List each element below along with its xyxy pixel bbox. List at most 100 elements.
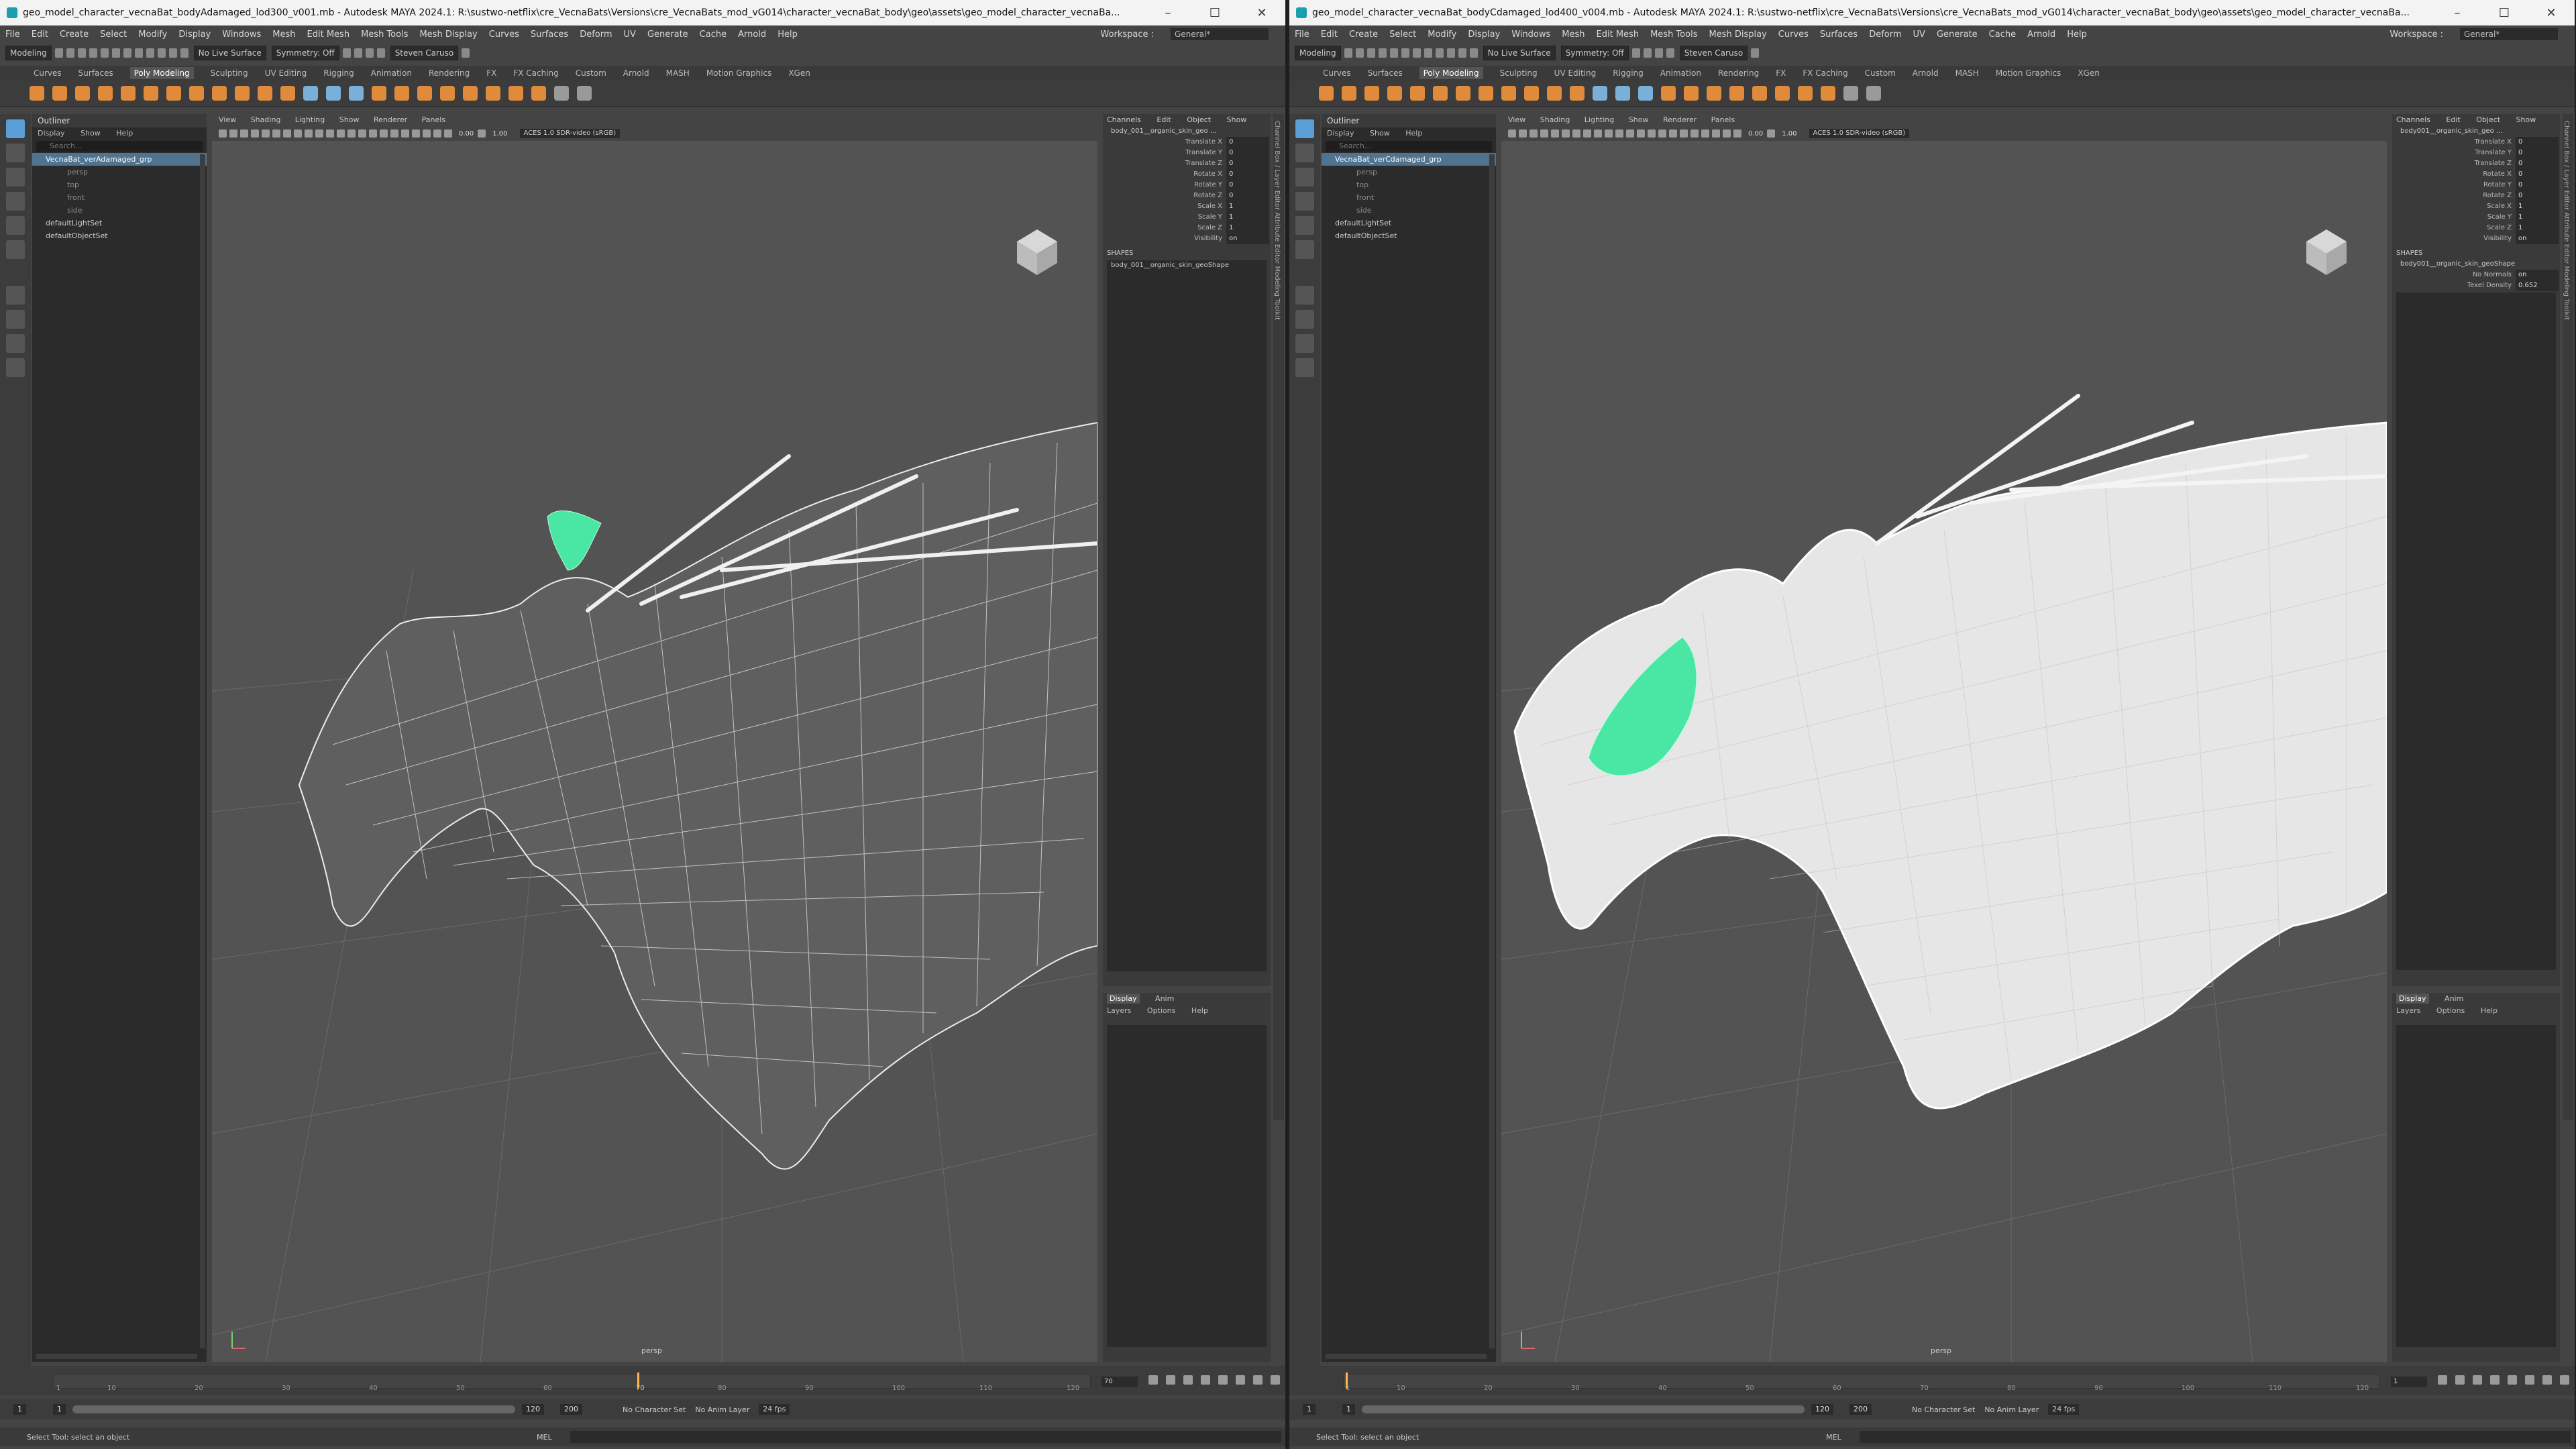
outliner-item-light-set[interactable]: defaultLightSet bbox=[32, 217, 207, 229]
xray-joints-icon[interactable] bbox=[1733, 129, 1741, 138]
menu-mesh[interactable]: Mesh bbox=[1562, 30, 1585, 40]
layer-menu-options[interactable]: Options bbox=[1147, 1006, 1175, 1015]
snap-grid-icon[interactable] bbox=[1435, 48, 1444, 58]
viewport-menu-renderer[interactable]: Renderer bbox=[1663, 115, 1697, 124]
outliner-item-side[interactable]: side bbox=[32, 204, 207, 217]
select-object-icon[interactable] bbox=[1412, 48, 1421, 58]
layer-tab-display[interactable]: Display bbox=[1107, 994, 1140, 1004]
attr-value[interactable]: 0 bbox=[1226, 191, 1269, 201]
snap-grid-icon[interactable] bbox=[146, 48, 154, 58]
wireframe-icon[interactable] bbox=[326, 129, 334, 138]
range-end-inner-field[interactable]: 120 bbox=[522, 1404, 544, 1415]
current-frame-field[interactable]: 70 bbox=[1102, 1377, 1138, 1387]
save-scene-icon[interactable] bbox=[1366, 48, 1375, 58]
platonic-solid-icon[interactable] bbox=[1479, 86, 1493, 101]
single-view-icon[interactable] bbox=[1295, 286, 1314, 305]
menu-help[interactable]: Help bbox=[2067, 30, 2087, 40]
rotate-tool-icon[interactable] bbox=[6, 216, 25, 235]
menu-arnold[interactable]: Arnold bbox=[738, 30, 766, 40]
shelf-tab-uv-editing[interactable]: UV Editing bbox=[1554, 68, 1597, 78]
outliner-scrollbar[interactable] bbox=[200, 154, 205, 1348]
isolate-select-icon[interactable] bbox=[1712, 129, 1720, 138]
poly-plane-icon[interactable] bbox=[1433, 86, 1448, 101]
viewport-menu-lighting[interactable]: Lighting bbox=[295, 115, 325, 124]
character-set-label[interactable]: No Character Set bbox=[1912, 1405, 1975, 1414]
super-shape-icon[interactable] bbox=[212, 86, 227, 101]
step-forward-key-icon[interactable] bbox=[1253, 1375, 1263, 1385]
symmetry-dropdown[interactable]: Symmetry: Off bbox=[1560, 46, 1629, 60]
wireframe-icon[interactable] bbox=[1615, 129, 1623, 138]
attr-value[interactable]: 0 bbox=[1226, 148, 1269, 158]
fps-dropdown[interactable]: 24 fps bbox=[2048, 1404, 2080, 1415]
menu-file[interactable]: File bbox=[1295, 30, 1309, 40]
outliner-item-persp[interactable]: persp bbox=[1322, 166, 1496, 178]
menu-windows[interactable]: Windows bbox=[222, 30, 261, 40]
attr-translate-z[interactable]: Translate Z 0 bbox=[1103, 158, 1271, 169]
attr-value[interactable]: on bbox=[1226, 233, 1269, 244]
outliner-menu-help[interactable]: Help bbox=[116, 129, 133, 138]
safe-action-icon[interactable] bbox=[1605, 129, 1613, 138]
move-tool-icon[interactable] bbox=[6, 192, 25, 211]
bevel-icon[interactable] bbox=[463, 86, 478, 101]
smooth-shade-icon[interactable] bbox=[337, 129, 345, 138]
attr-scale-y[interactable]: Scale Y 1 bbox=[2392, 212, 2560, 223]
four-view-icon[interactable] bbox=[6, 310, 25, 329]
shelf-tab-mash[interactable]: MASH bbox=[1955, 68, 1979, 78]
attr-translate-x[interactable]: Translate X 0 bbox=[1103, 137, 1271, 148]
separate-icon[interactable] bbox=[326, 86, 341, 101]
menu-mesh-display[interactable]: Mesh Display bbox=[419, 30, 477, 40]
viewport-menu-shading[interactable]: Shading bbox=[1540, 115, 1570, 124]
layer-menu-layers[interactable]: Layers bbox=[1107, 1006, 1131, 1015]
menu-display[interactable]: Display bbox=[178, 30, 211, 40]
menu-cache[interactable]: Cache bbox=[700, 30, 727, 40]
layer-menu-help[interactable]: Help bbox=[2481, 1006, 2498, 1015]
wireframe-on-shaded-icon[interactable] bbox=[1637, 129, 1645, 138]
outliner-layout-icon[interactable] bbox=[6, 334, 25, 353]
textured-icon[interactable] bbox=[358, 129, 366, 138]
step-forward-frame-icon[interactable] bbox=[1236, 1375, 1245, 1385]
channel-menu-show[interactable]: Show bbox=[1227, 115, 1247, 124]
sweep-mesh-icon[interactable] bbox=[235, 86, 250, 101]
outliner-item-top[interactable]: top bbox=[32, 178, 207, 191]
outliner-item-object-set[interactable]: defaultObjectSet bbox=[1322, 229, 1496, 242]
attr-rotate-z[interactable]: Rotate Z 0 bbox=[1103, 191, 1271, 201]
new-scene-icon[interactable] bbox=[54, 48, 63, 58]
channel-menu-show[interactable]: Show bbox=[2516, 115, 2536, 124]
viewport-menu-lighting[interactable]: Lighting bbox=[1585, 115, 1614, 124]
select-object-icon[interactable] bbox=[123, 48, 131, 58]
new-scene-icon[interactable] bbox=[1344, 48, 1352, 58]
help-icon[interactable] bbox=[462, 48, 470, 58]
attr-value[interactable]: 0 bbox=[2516, 169, 2559, 180]
render-view-icon[interactable] bbox=[1631, 48, 1640, 58]
film-gate-icon[interactable] bbox=[1562, 129, 1570, 138]
attr-value[interactable]: 0 bbox=[1226, 169, 1269, 180]
poly-disc-icon[interactable] bbox=[1456, 86, 1470, 101]
selected-mesh-highlight[interactable] bbox=[547, 510, 602, 571]
film-gate-icon[interactable] bbox=[272, 129, 280, 138]
range-end-field[interactable]: 200 bbox=[560, 1404, 582, 1415]
range-start-inner-field[interactable]: 1 bbox=[53, 1404, 66, 1415]
gamma-field[interactable]: 1.00 bbox=[1782, 130, 1796, 138]
bridge-icon[interactable] bbox=[1729, 86, 1744, 101]
exposure-field[interactable]: 0.00 bbox=[1748, 130, 1763, 138]
viewport-canvas[interactable]: persp bbox=[1501, 141, 2387, 1362]
go-to-start-icon[interactable] bbox=[1148, 1375, 1158, 1385]
attr-scale-z[interactable]: Scale Z 1 bbox=[1103, 223, 1271, 233]
color-space-dropdown[interactable]: ACES 1.0 SDR-video (sRGB) bbox=[1809, 129, 1910, 138]
attr-value[interactable]: on bbox=[2516, 270, 2559, 280]
motion-blur-icon[interactable] bbox=[401, 129, 409, 138]
shape-node-name[interactable]: body_001__organic_skin_geoShape bbox=[1107, 260, 1267, 271]
current-frame-field[interactable]: 1 bbox=[2391, 1377, 2427, 1387]
shelf-tab-curves[interactable]: Curves bbox=[1323, 68, 1351, 78]
image-plane-icon[interactable] bbox=[251, 129, 259, 138]
shelf-tab-xgen[interactable]: XGen bbox=[788, 68, 810, 78]
time-slider-track[interactable] bbox=[1343, 1374, 2380, 1389]
step-back-frame-icon[interactable] bbox=[1183, 1375, 1193, 1385]
layer-tab-anim[interactable]: Anim bbox=[1155, 994, 1174, 1003]
zoom-icon[interactable] bbox=[1295, 358, 1314, 377]
snap-curve-icon[interactable] bbox=[1446, 48, 1455, 58]
target-weld-icon[interactable] bbox=[508, 86, 523, 101]
gate-mask-icon[interactable] bbox=[294, 129, 302, 138]
outliner-item-top[interactable]: top bbox=[1322, 178, 1496, 191]
menu-file[interactable]: File bbox=[5, 30, 20, 40]
